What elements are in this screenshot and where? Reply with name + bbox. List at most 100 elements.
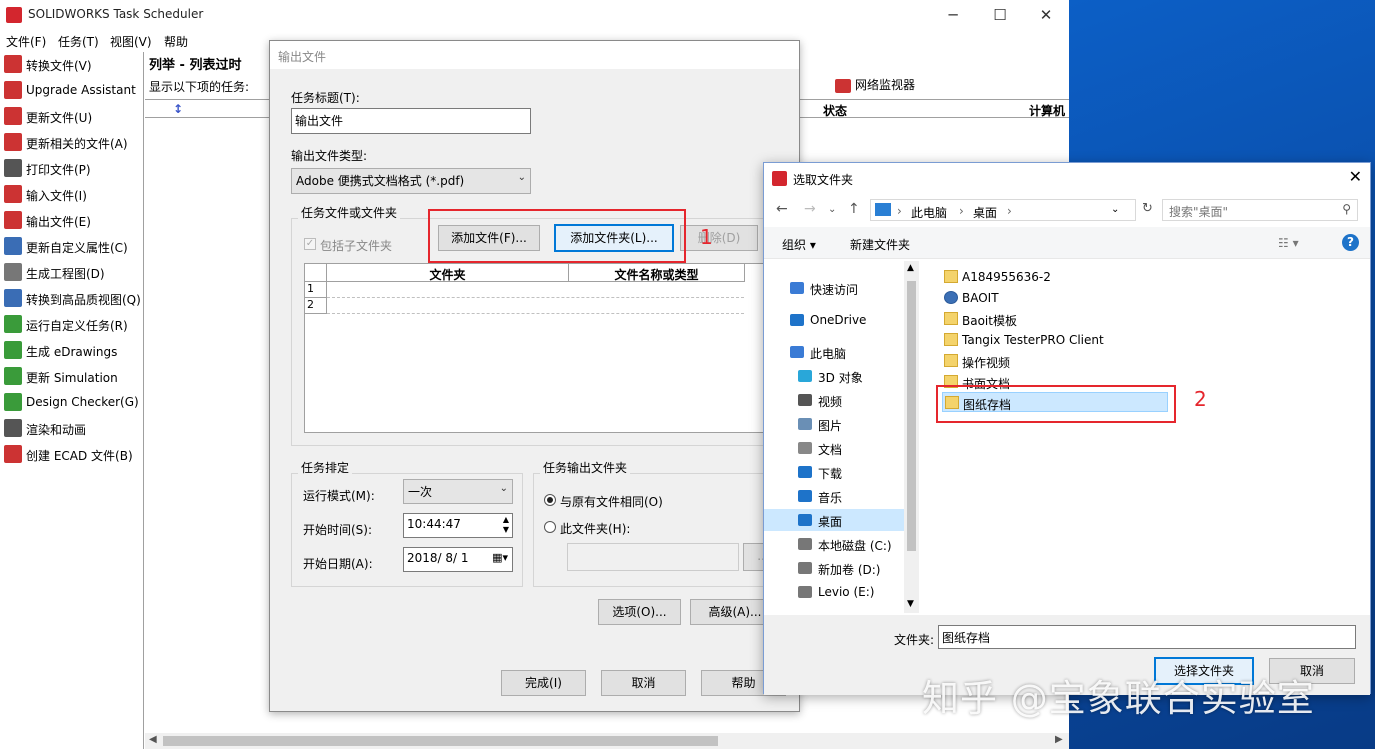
- menu-task[interactable]: 任务(T): [58, 33, 99, 50]
- address-dropdown-icon[interactable]: ⌄: [1111, 204, 1119, 215]
- list-item[interactable]: Baoit模板: [942, 309, 1168, 329]
- network-monitor-button[interactable]: 网络监视器: [835, 76, 915, 93]
- finish-button[interactable]: 完成(I): [501, 670, 586, 696]
- view-options-icon[interactable]: ☷ ▾: [1278, 236, 1299, 250]
- sidebar-item-custom-task[interactable]: 运行自定义任务(R): [2, 312, 142, 336]
- cancel-button[interactable]: 取消: [601, 670, 686, 696]
- nav-item-drive-c[interactable]: 本地磁盘 (C:): [764, 533, 904, 555]
- sidebar-item-export[interactable]: 输出文件(E): [2, 208, 142, 232]
- list-item[interactable]: Tangix TesterPRO Client: [942, 330, 1168, 350]
- scroll-left-icon[interactable]: ◀: [149, 734, 157, 745]
- organize-button[interactable]: 组织 ▾: [782, 236, 816, 253]
- sidebar-item-print[interactable]: 打印文件(P): [2, 156, 142, 180]
- sidebar-item-import[interactable]: 输入文件(I): [2, 182, 142, 206]
- documents-icon: [798, 442, 812, 454]
- spinner-icon[interactable]: ▲ ▼: [503, 515, 509, 535]
- breadcrumb-this-pc[interactable]: 此电脑: [911, 204, 947, 221]
- sidebar-item-ecad[interactable]: 创建 ECAD 文件(B): [2, 442, 142, 466]
- column-status[interactable]: 状态: [823, 102, 847, 119]
- nav-item-downloads[interactable]: 下载: [764, 461, 904, 483]
- sidebar-item-hq-view[interactable]: 转换到高品质视图(Q): [2, 286, 142, 310]
- sidebar-item-properties[interactable]: 更新自定义属性(C): [2, 234, 142, 258]
- list-item[interactable]: A184955636-2: [942, 267, 1168, 287]
- sidebar-item-edrawings[interactable]: 生成 eDrawings: [2, 338, 142, 362]
- table-row[interactable]: [327, 298, 744, 314]
- nav-item-desktop[interactable]: 桌面: [764, 509, 904, 531]
- nav-item-onedrive[interactable]: OneDrive: [764, 309, 904, 331]
- menu-file[interactable]: 文件(F): [6, 33, 46, 50]
- task-title-input[interactable]: 输出文件: [291, 108, 531, 134]
- folder-label: 文件夹:: [894, 633, 935, 647]
- files-group-label: 任务文件或文件夹: [298, 204, 401, 221]
- minimize-icon[interactable]: ─: [938, 4, 968, 26]
- history-chevron-icon[interactable]: ⌄: [828, 204, 836, 215]
- start-date-input[interactable]: 2018/ 8/ 1 ▦▾: [403, 547, 513, 572]
- refresh-icon[interactable]: ↻: [1142, 201, 1153, 216]
- scroll-right-icon[interactable]: ▶: [1055, 734, 1063, 745]
- table-row[interactable]: [327, 282, 744, 298]
- menu-help[interactable]: 帮助: [164, 33, 188, 50]
- sidebar-item-convert[interactable]: 转换文件(V): [2, 52, 142, 76]
- sidebar-item-update-related[interactable]: 更新相关的文件(A): [2, 130, 142, 154]
- search-icon: ⚲: [1342, 202, 1351, 216]
- folder-name-input[interactable]: 图纸存档: [938, 625, 1356, 649]
- nav-item-pictures[interactable]: 图片: [764, 413, 904, 435]
- file-type-select[interactable]: Adobe 便携式文档格式 (*.pdf) ⌄: [291, 168, 531, 194]
- window-title: SOLIDWORKS Task Scheduler: [28, 7, 204, 21]
- table-corner: [305, 264, 327, 282]
- sidebar-item-simulation[interactable]: 更新 Simulation: [2, 364, 142, 388]
- help-icon[interactable]: ?: [1342, 234, 1359, 251]
- sidebar-item-upgrade[interactable]: Upgrade Assistant: [2, 78, 142, 102]
- include-subfolders-checkbox[interactable]: ✓: [304, 238, 316, 250]
- same-as-original-radio[interactable]: [544, 494, 556, 506]
- sidebar-item-update[interactable]: 更新文件(U): [2, 104, 142, 128]
- nav-scrollbar[interactable]: ▲ ▼: [904, 261, 919, 613]
- chevron-down-icon: ⌄: [517, 172, 526, 183]
- nav-item-drive-d[interactable]: 新加卷 (D:): [764, 557, 904, 579]
- delete-button[interactable]: 删除(D): [680, 225, 758, 251]
- breadcrumb-desktop[interactable]: 桌面: [973, 204, 997, 221]
- calendar-icon[interactable]: ▦▾: [492, 551, 508, 564]
- this-folder-radio[interactable]: [544, 521, 556, 533]
- close-icon[interactable]: ✕: [1031, 4, 1061, 26]
- scroll-thumb[interactable]: [163, 736, 718, 746]
- new-folder-button[interactable]: 新建文件夹: [850, 236, 910, 253]
- up-arrow-icon[interactable]: ↑: [848, 201, 860, 217]
- back-arrow-icon[interactable]: ←: [776, 201, 788, 217]
- options-button[interactable]: 选项(O)...: [598, 599, 681, 625]
- sort-icon[interactable]: ↕: [173, 102, 183, 116]
- list-item[interactable]: BAOIT: [942, 288, 1168, 308]
- folder-icon: [944, 333, 958, 346]
- sidebar-item-drawing[interactable]: 生成工程图(D): [2, 260, 142, 284]
- list-item[interactable]: 操作视频: [942, 351, 1168, 371]
- maximize-icon[interactable]: ☐: [985, 4, 1015, 26]
- scroll-down-icon[interactable]: ▼: [907, 599, 914, 609]
- scroll-up-icon[interactable]: ▲: [907, 263, 914, 273]
- run-mode-select[interactable]: 一次 ⌄: [403, 479, 513, 504]
- scroll-thumb[interactable]: [907, 281, 916, 551]
- output-folder-input[interactable]: [567, 543, 739, 571]
- sidebar-item-render[interactable]: 渲染和动画: [2, 416, 142, 440]
- nav-item-quick-access[interactable]: 快速访问: [764, 277, 904, 299]
- nav-item-music[interactable]: 音乐: [764, 485, 904, 507]
- column-computer[interactable]: 计算机: [1029, 102, 1065, 119]
- nav-item-this-pc[interactable]: 此电脑: [764, 341, 904, 363]
- nav-item-3d-objects[interactable]: 3D 对象: [764, 365, 904, 387]
- start-time-input[interactable]: 10:44:47 ▲ ▼: [403, 513, 513, 538]
- drawing-icon: [4, 263, 22, 281]
- cloud-icon: [790, 314, 804, 326]
- nav-item-drive-e[interactable]: Levio (E:): [764, 581, 904, 603]
- search-input[interactable]: 搜索"桌面" ⚲: [1162, 199, 1358, 221]
- menu-view[interactable]: 视图(V): [110, 33, 152, 50]
- horizontal-scrollbar[interactable]: ◀ ▶: [145, 733, 1069, 749]
- close-icon[interactable]: ✕: [1349, 167, 1362, 186]
- nav-item-videos[interactable]: 视频: [764, 389, 904, 411]
- nav-item-documents[interactable]: 文档: [764, 437, 904, 459]
- desktop-icon: [798, 514, 812, 526]
- address-bar[interactable]: › 此电脑 › 桌面 › ⌄: [870, 199, 1136, 221]
- annotation-box-1: [428, 209, 686, 263]
- schedule-group-label: 任务排定: [298, 459, 353, 476]
- sidebar-item-design-checker[interactable]: Design Checker(G): [2, 390, 142, 414]
- forward-arrow-icon[interactable]: →: [804, 201, 816, 217]
- video-icon: [798, 394, 812, 406]
